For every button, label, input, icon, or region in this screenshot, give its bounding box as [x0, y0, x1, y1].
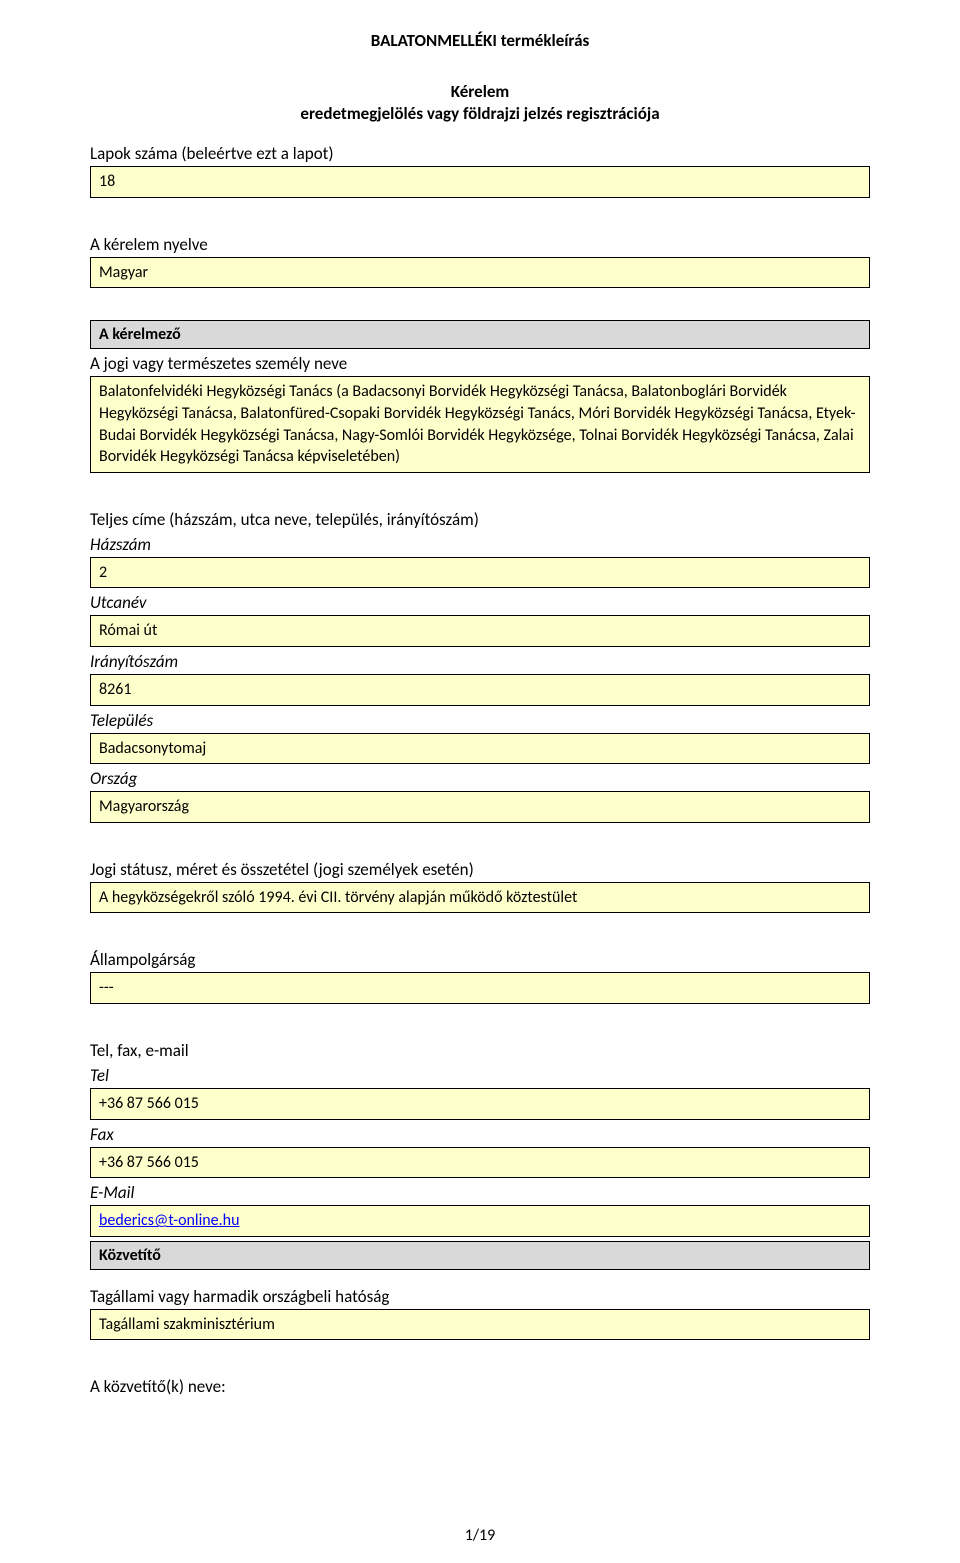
legal-status-value: A hegyközségekről szóló 1994. évi CII. t…	[90, 882, 870, 914]
legal-status-label: Jogi státusz, méret és összetétel (jogi …	[90, 859, 870, 880]
page-number: 1/19	[0, 1526, 960, 1545]
document-header-title: BALATONMELLÉKI termékleírás	[90, 30, 870, 51]
email-label: E-Mail	[90, 1182, 870, 1203]
pages-value: 18	[90, 166, 870, 198]
street-label: Utcanév	[90, 592, 870, 613]
title-block: Kérelem eredetmegjelölés vagy földrajzi …	[90, 81, 870, 125]
applicant-name-value: Balatonfelvidéki Hegyközségi Tanács (a B…	[90, 376, 870, 472]
email-value: bederics@t-online.hu	[90, 1205, 870, 1237]
fax-value: +36 87 566 015	[90, 1147, 870, 1179]
title-line-1: Kérelem	[90, 81, 870, 103]
contact-heading: Tel, fax, e-mail	[90, 1040, 870, 1061]
applicant-header: A kérelmező	[90, 320, 870, 349]
house-number-value: 2	[90, 557, 870, 589]
intermediary-name-label: A közvetítő(k) neve:	[90, 1376, 870, 1397]
tel-label: Tel	[90, 1065, 870, 1086]
town-label: Település	[90, 710, 870, 731]
authority-label: Tagállami vagy harmadik országbeli hatós…	[90, 1286, 870, 1307]
country-value: Magyarország	[90, 791, 870, 823]
email-link[interactable]: bederics@t-online.hu	[99, 1211, 239, 1230]
intermediary-header: Közvetítő	[90, 1241, 870, 1270]
postal-code-value: 8261	[90, 674, 870, 706]
authority-value: Tagállami szakminisztérium	[90, 1309, 870, 1341]
document-page: BALATONMELLÉKI termékleírás Kérelem ered…	[0, 0, 960, 1563]
country-label: Ország	[90, 768, 870, 789]
citizenship-label: Állampolgárság	[90, 949, 870, 970]
address-heading: Teljes címe (házszám, utca neve, települ…	[90, 509, 870, 530]
title-line-2: eredetmegjelölés vagy földrajzi jelzés r…	[90, 103, 870, 125]
postal-code-label: Irányítószám	[90, 651, 870, 672]
language-label: A kérelem nyelve	[90, 234, 870, 255]
applicant-name-label: A jogi vagy természetes személy neve	[90, 353, 870, 374]
tel-value: +36 87 566 015	[90, 1088, 870, 1120]
language-value: Magyar	[90, 257, 870, 289]
street-value: Római út	[90, 615, 870, 647]
town-value: Badacsonytomaj	[90, 733, 870, 765]
fax-label: Fax	[90, 1124, 870, 1145]
house-number-label: Házszám	[90, 534, 870, 555]
pages-label: Lapok száma (beleértve ezt a lapot)	[90, 143, 870, 164]
citizenship-value: ---	[90, 972, 870, 1004]
